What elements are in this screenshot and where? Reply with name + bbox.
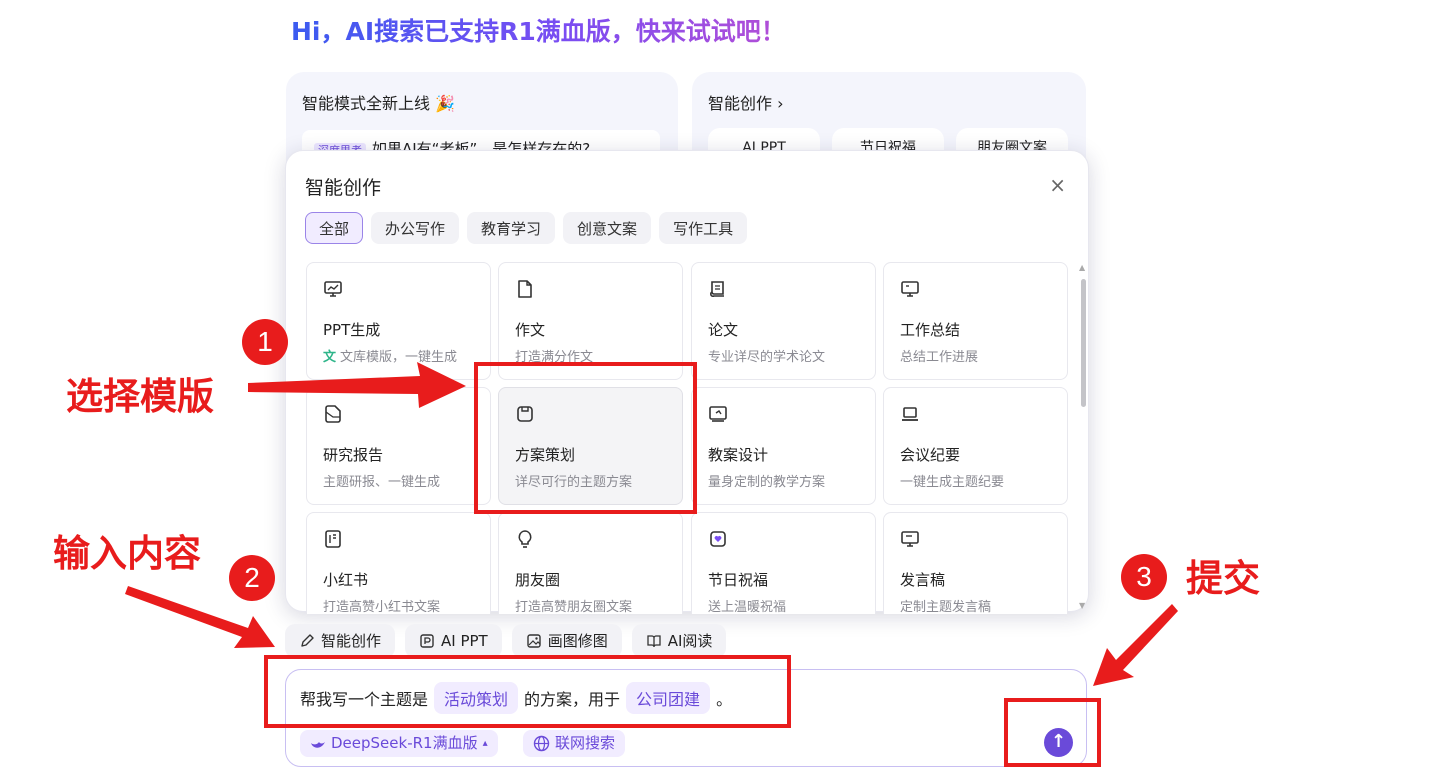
ppt-icon bbox=[420, 634, 434, 648]
close-icon[interactable]: × bbox=[1049, 173, 1066, 197]
deepseek-whale-icon bbox=[311, 741, 325, 748]
tab-writing-tools[interactable]: 写作工具 bbox=[659, 212, 748, 244]
tool-label: 智能创作 bbox=[321, 632, 382, 650]
image-edit-button[interactable]: 画图修图 bbox=[511, 624, 622, 658]
template-title: 教案设计 bbox=[708, 446, 769, 464]
template-desc: 送上温暖祝福 bbox=[708, 600, 787, 614]
report-icon bbox=[325, 405, 341, 423]
heart-icon bbox=[710, 531, 726, 547]
lightbulb-icon bbox=[518, 530, 532, 548]
step-3-label: 提交 bbox=[1186, 557, 1260, 600]
template-card-thesis[interactable]: 论文 专业详尽的学术论文 bbox=[691, 262, 876, 380]
book-icon bbox=[647, 635, 661, 648]
template-desc: 主题研报、一键生成 bbox=[323, 475, 441, 490]
template-card-xiaohongshu[interactable]: 小红书 打造高赞小红书文案 bbox=[306, 512, 491, 614]
template-title: 发言稿 bbox=[900, 571, 946, 589]
template-title: 朋友圈 bbox=[515, 571, 561, 589]
scroll-down-icon[interactable]: ▼ bbox=[1079, 601, 1085, 610]
template-desc: 打造高赞朋友圈文案 bbox=[515, 600, 633, 614]
tool-label: AI PPT bbox=[441, 632, 488, 650]
template-desc: 专业详尽的学术论文 bbox=[708, 350, 826, 365]
ai-ppt-button[interactable]: AI PPT bbox=[405, 624, 502, 658]
step-1-label: 选择模版 bbox=[66, 375, 214, 418]
template-card-research-report[interactable]: 研究报告 主题研报、一键生成 bbox=[306, 387, 491, 505]
globe-icon bbox=[533, 735, 550, 752]
notebook-icon bbox=[325, 530, 341, 548]
monitor-icon bbox=[901, 281, 919, 297]
step-2-badge: 2 bbox=[229, 555, 275, 601]
template-title: 研究报告 bbox=[323, 446, 384, 464]
template-desc: 打造高赞小红书文案 bbox=[323, 600, 441, 614]
tool-label: 画图修图 bbox=[547, 632, 608, 650]
step-2-label: 输入内容 bbox=[53, 532, 201, 575]
smart-mode-title: 智能模式全新上线 🎉 bbox=[302, 94, 456, 113]
smart-creation-button[interactable]: 智能创作 bbox=[285, 624, 396, 658]
tool-bar: 智能创作 AI PPT 画图修图 AI阅读 bbox=[285, 624, 727, 658]
web-search-label: 联网搜索 bbox=[555, 734, 616, 752]
template-title: 会议纪要 bbox=[900, 446, 961, 464]
template-title: 工作总结 bbox=[900, 321, 961, 339]
presentation-icon bbox=[324, 281, 342, 297]
highlight-input bbox=[264, 655, 791, 728]
smart-creation-title[interactable]: 智能创作 › bbox=[708, 90, 784, 114]
tab-education[interactable]: 教育学习 bbox=[467, 212, 556, 244]
tool-label: AI阅读 bbox=[667, 632, 713, 650]
template-card-lesson-plan[interactable]: 教案设计 量身定制的教学方案 bbox=[691, 387, 876, 505]
template-card-meeting-minutes[interactable]: 会议纪要 一键生成主题纪要 bbox=[883, 387, 1068, 505]
ai-reading-button[interactable]: AI阅读 bbox=[631, 624, 727, 658]
image-icon bbox=[527, 634, 541, 648]
model-label: DeepSeek-R1满血版 bbox=[331, 734, 478, 752]
laptop-icon bbox=[902, 407, 918, 421]
caret-up-icon: ▴ bbox=[482, 738, 488, 749]
document-icon bbox=[518, 280, 532, 298]
model-selector[interactable]: DeepSeek-R1满血版 ▴ bbox=[300, 730, 498, 757]
step-1-badge: 1 bbox=[242, 319, 288, 365]
speech-icon bbox=[901, 531, 919, 547]
arrow-3 bbox=[1093, 604, 1178, 686]
template-desc: 量身定制的教学方案 bbox=[708, 475, 826, 490]
template-desc: 文文库模版，一键生成 bbox=[323, 350, 458, 365]
template-card-festival-wishes[interactable]: 节日祝福 送上温暖祝福 bbox=[691, 512, 876, 614]
template-card-moments[interactable]: 朋友圈 打造高赞朋友圈文案 bbox=[498, 512, 683, 614]
lesson-icon bbox=[709, 406, 727, 422]
template-card-work-summary[interactable]: 工作总结 总结工作进展 bbox=[883, 262, 1068, 380]
template-title: PPT生成 bbox=[323, 321, 381, 339]
scroll-icon bbox=[709, 281, 724, 298]
wenku-icon: 文 bbox=[323, 350, 337, 365]
template-card-ppt[interactable]: PPT生成 文文库模版，一键生成 bbox=[306, 262, 491, 380]
pen-icon bbox=[301, 634, 314, 647]
step-3-badge: 3 bbox=[1121, 554, 1167, 600]
template-title: 论文 bbox=[708, 321, 739, 339]
headline: Hi，AI搜索已支持R1满血版，快来试试吧！ bbox=[291, 12, 786, 48]
category-tabs: 全部 办公写作 教育学习 创意文案 写作工具 bbox=[305, 212, 748, 244]
highlight-template bbox=[474, 362, 697, 514]
tab-all[interactable]: 全部 bbox=[305, 212, 364, 244]
modal-title: 智能创作 bbox=[305, 177, 382, 199]
template-title: 作文 bbox=[515, 321, 546, 339]
web-search-toggle[interactable]: 联网搜索 bbox=[523, 730, 626, 757]
template-card-speech[interactable]: 发言稿 定制主题发言稿 bbox=[883, 512, 1068, 614]
template-desc: 一键生成主题纪要 bbox=[900, 475, 1005, 490]
template-scrollbar[interactable]: ▲ ▼ bbox=[1079, 263, 1087, 610]
scrollbar-thumb[interactable] bbox=[1081, 279, 1086, 407]
template-desc: 总结工作进展 bbox=[900, 350, 979, 365]
highlight-send bbox=[1004, 698, 1101, 767]
template-desc: 定制主题发言稿 bbox=[900, 600, 992, 614]
tab-office-writing[interactable]: 办公写作 bbox=[371, 212, 460, 244]
tab-creative[interactable]: 创意文案 bbox=[563, 212, 652, 244]
scroll-up-icon[interactable]: ▲ bbox=[1079, 263, 1085, 272]
template-title: 小红书 bbox=[323, 571, 369, 589]
template-title: 节日祝福 bbox=[708, 571, 769, 589]
